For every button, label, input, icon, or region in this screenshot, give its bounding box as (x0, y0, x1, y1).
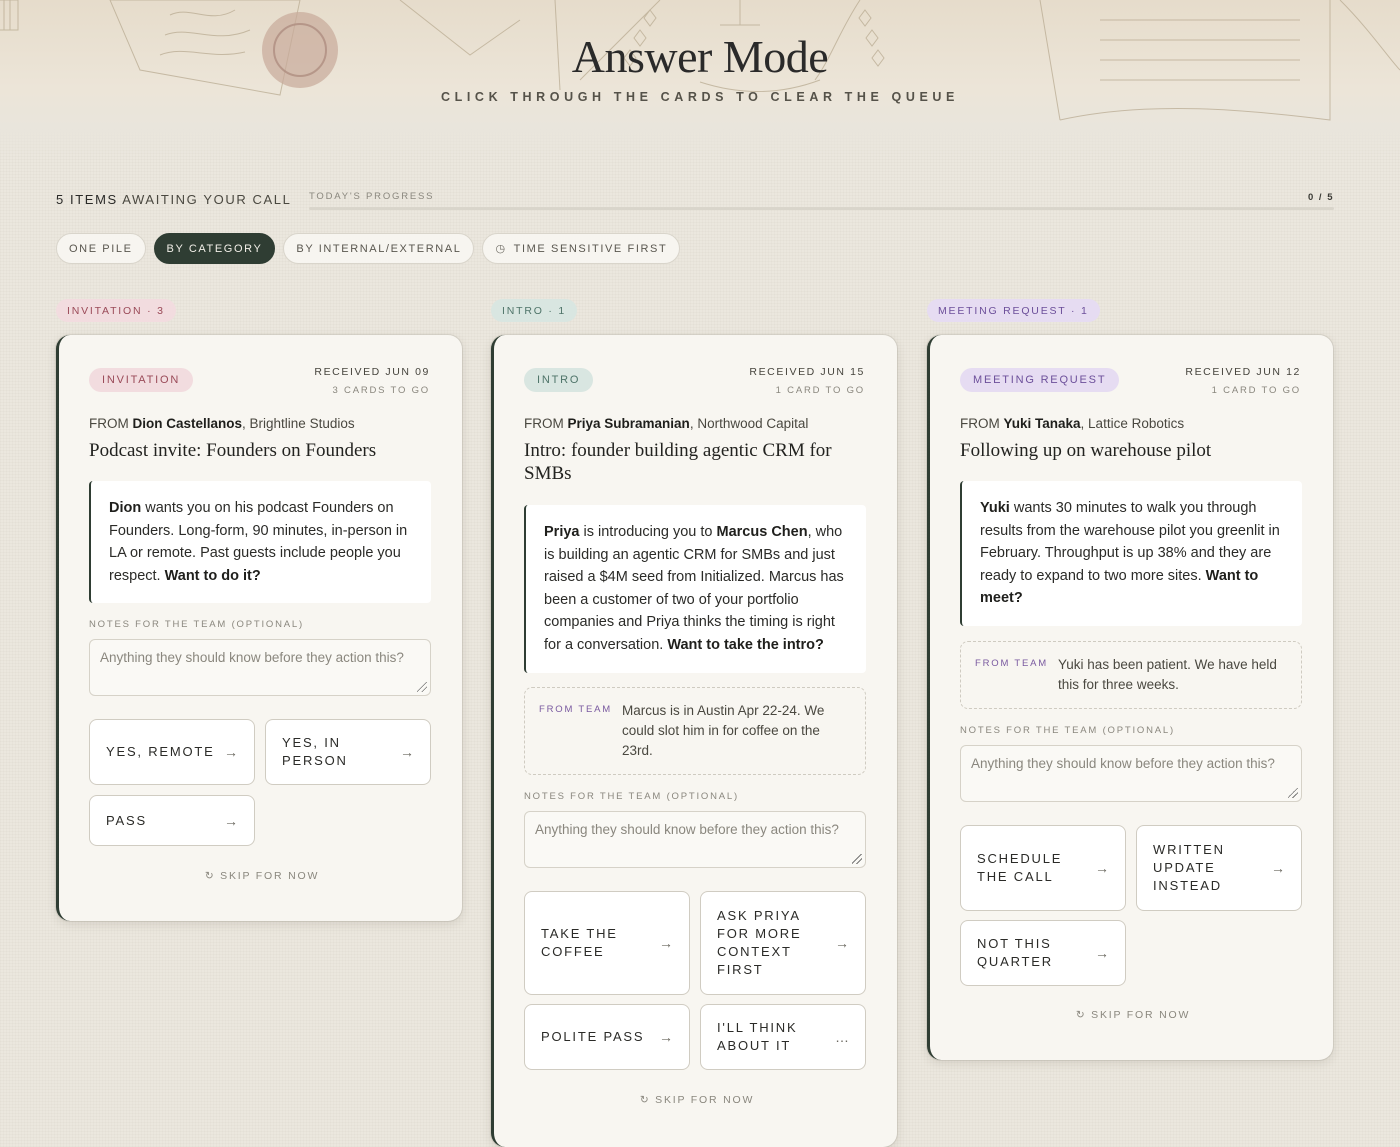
arrow-right-icon: → (1095, 860, 1109, 876)
sender-line: FROM Priya Subramanian, Northwood Capita… (524, 416, 809, 431)
filter-time-sensitive-first[interactable]: ◷ TIME SENSITIVE FIRST (482, 233, 681, 264)
sender-line: FROM Dion Castellanos, Brightline Studio… (89, 416, 355, 431)
arrow-right-icon: → (224, 744, 238, 760)
column-tag-invitation: INVITATION · 3 (56, 299, 176, 322)
skip-icon: ↻ (1075, 1009, 1092, 1021)
arrow-right-icon: → (224, 812, 238, 829)
arrow-right-icon: → (1271, 860, 1285, 876)
sender-line: FROM Yuki Tanaka, Lattice Robotics (960, 416, 1185, 431)
sender-org: , Northwood Capital (689, 416, 809, 431)
action-written-update-button[interactable]: WRITTEN UPDATE INSTEAD → (1136, 825, 1302, 911)
notes-label: NOTES FOR THE TEAM (OPTIONAL) (89, 619, 304, 630)
skip-icon: ↻ (204, 870, 221, 882)
header-banner: Answer Mode CLICK THROUGH THE CARDS TO C… (0, 0, 1400, 160)
team-note-text: Marcus is in Austin Apr 22-24. We could … (622, 703, 825, 758)
category-badge: INTRO (524, 368, 594, 392)
cards-to-go: 1 CARD TO GO (1211, 385, 1301, 396)
resize-handle-icon[interactable] (852, 854, 862, 864)
category-badge: INVITATION (89, 368, 194, 392)
sender-org: , Brightline Studios (242, 416, 355, 431)
received-date: RECEIVED JUN 09 (314, 366, 430, 378)
filter-label: ONE PILE (69, 242, 133, 255)
card-subject: Intro: founder building agentic CRM for … (524, 440, 832, 484)
page-title: Answer Mode (571, 31, 829, 82)
sender-name: Priya Subramanian (567, 416, 690, 431)
clock-icon: ◷ (495, 243, 507, 255)
filter-label: BY CATEGORY (166, 242, 263, 255)
filter-label: TIME SENSITIVE FIRST (513, 242, 668, 255)
team-note-text: Yuki has been patient. We have held this… (1058, 657, 1277, 692)
resize-handle-icon[interactable] (417, 682, 427, 692)
notes-label: NOTES FOR THE TEAM (OPTIONAL) (960, 725, 1175, 736)
team-note: FROM TEAM Marcus is in Austin Apr 22-24.… (524, 687, 866, 775)
received-date: RECEIVED JUN 12 (1185, 366, 1301, 378)
team-note-label: FROM TEAM (539, 704, 613, 715)
sender-org: , Lattice Robotics (1080, 416, 1185, 431)
resize-handle-icon[interactable] (1288, 788, 1298, 798)
sender-name: Dion Castellanos (132, 416, 243, 431)
arrow-right-icon: → (1095, 945, 1109, 961)
cards-to-go: 3 CARDS TO GO (332, 385, 430, 396)
filter-by-category[interactable]: BY CATEGORY (153, 233, 276, 264)
card-summary: Yuki wants 30 minutes to walk you throug… (960, 481, 1302, 626)
notes-input[interactable]: Anything they should know before they ac… (960, 745, 1302, 802)
card-intro: INTRO RECEIVED JUN 15 1 CARD TO GO FROM … (491, 335, 897, 1147)
action-schedule-call-button[interactable]: SCHEDULE THE CALL → (960, 825, 1126, 911)
progress-label: TODAY'S PROGRESS (309, 191, 435, 202)
card-summary: Dion wants you on his podcast Founders o… (89, 481, 431, 604)
notes-input[interactable]: Anything they should know before they ac… (524, 811, 866, 868)
action-pass-button[interactable]: PASS → (89, 795, 255, 846)
action-ask-more-context-button[interactable]: ASK PRIYA FOR MORE CONTEXT FIRST → (700, 891, 866, 995)
action-yes-in-person-button[interactable]: YES, IN PERSON → (265, 719, 431, 785)
arrow-right-icon: → (659, 935, 673, 951)
queue-status: 5 ITEMS AWAITING YOUR CALL (56, 192, 291, 207)
card-invitation: INVITATION RECEIVED JUN 09 3 CARDS TO GO… (56, 335, 462, 921)
filter-one-pile[interactable]: ONE PILE (56, 233, 146, 264)
progress-count: 0 / 5 (1308, 192, 1334, 203)
skip-button[interactable]: ↻ SKIP FOR NOW (494, 1094, 900, 1106)
action-polite-pass-button[interactable]: POLITE PASS → (524, 1004, 690, 1070)
queue-status-text: AWAITING YOUR CALL (117, 192, 292, 207)
card-subject: Following up on warehouse pilot (960, 440, 1212, 461)
grouping-filters: ONE PILE BY CATEGORY BY INTERNAL/EXTERNA… (56, 233, 681, 264)
action-take-coffee-button[interactable]: TAKE THE COFFEE → (524, 891, 690, 995)
notes-input[interactable]: Anything they should know before they ac… (89, 639, 431, 696)
action-yes-remote-button[interactable]: YES, REMOTE → (89, 719, 255, 785)
skip-button[interactable]: ↻ SKIP FOR NOW (930, 1009, 1336, 1021)
sender-name: Yuki Tanaka (1003, 416, 1081, 431)
queue-count: 5 ITEMS (56, 192, 118, 207)
arrow-right-icon: → (400, 744, 414, 760)
received-date: RECEIVED JUN 15 (749, 366, 865, 378)
progress-bar (309, 207, 1334, 210)
action-think-about-it-button[interactable]: I'LL THINK ABOUT IT… (700, 1004, 866, 1070)
notes-label: NOTES FOR THE TEAM (OPTIONAL) (524, 791, 739, 802)
skip-button[interactable]: ↻ SKIP FOR NOW (59, 870, 465, 882)
arrow-right-icon: → (835, 935, 849, 951)
card-subject: Podcast invite: Founders on Founders (89, 440, 377, 461)
team-note-label: FROM TEAM (975, 658, 1049, 669)
page-subtitle: CLICK THROUGH THE CARDS TO CLEAR THE QUE… (441, 90, 959, 104)
card-summary: Priya is introducing you to Marcus Chen,… (524, 505, 866, 673)
filter-label: BY INTERNAL/EXTERNAL (296, 242, 462, 255)
skip-icon: ↻ (639, 1094, 656, 1106)
cards-to-go: 1 CARD TO GO (775, 385, 865, 396)
team-note: FROM TEAM Yuki has been patient. We have… (960, 641, 1302, 709)
category-badge: MEETING REQUEST (960, 368, 1120, 392)
filter-by-internal-external[interactable]: BY INTERNAL/EXTERNAL (283, 233, 475, 264)
arrow-right-icon: → (659, 1029, 673, 1045)
action-not-this-quarter-button[interactable]: NOT THIS QUARTER → (960, 920, 1126, 986)
card-meeting-request: MEETING REQUEST RECEIVED JUN 12 1 CARD T… (927, 335, 1333, 1060)
column-tag-meeting-request: MEETING REQUEST · 1 (927, 299, 1100, 322)
ellipsis-icon: … (835, 1029, 849, 1045)
column-tag-intro: INTRO · 1 (491, 299, 578, 322)
